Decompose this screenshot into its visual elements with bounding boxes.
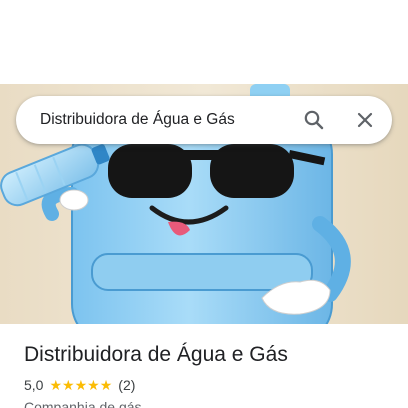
rating-value: 5,0 <box>24 377 44 393</box>
star-icon: ★ <box>99 377 113 393</box>
maps-place-panel: Distribuidora de Água e Gás Distribuidor… <box>0 0 408 408</box>
place-category[interactable]: Companhia de gás <box>24 398 142 408</box>
rating-stars: ★ ★ ★ ★ ★ <box>49 378 112 392</box>
search-bar[interactable]: Distribuidora de Água e Gás <box>16 96 392 144</box>
star-icon: ★ <box>62 377 75 393</box>
star-icon: ★ <box>74 377 88 393</box>
search-icon[interactable] <box>302 108 326 132</box>
rating-row[interactable]: 5,0 ★ ★ ★ ★ ★ (2) <box>24 376 135 394</box>
place-title: Distribuidora de Água e Gás <box>24 343 288 366</box>
star-icon: ★ <box>49 377 63 393</box>
top-blank-area <box>0 0 408 84</box>
review-count[interactable]: (2) <box>118 377 135 393</box>
place-info: Distribuidora de Água e Gás 5,0 ★ ★ ★ ★ … <box>0 324 408 408</box>
search-input[interactable]: Distribuidora de Água e Gás <box>40 110 235 130</box>
star-icon: ★ <box>87 377 100 393</box>
close-icon[interactable] <box>353 108 377 132</box>
